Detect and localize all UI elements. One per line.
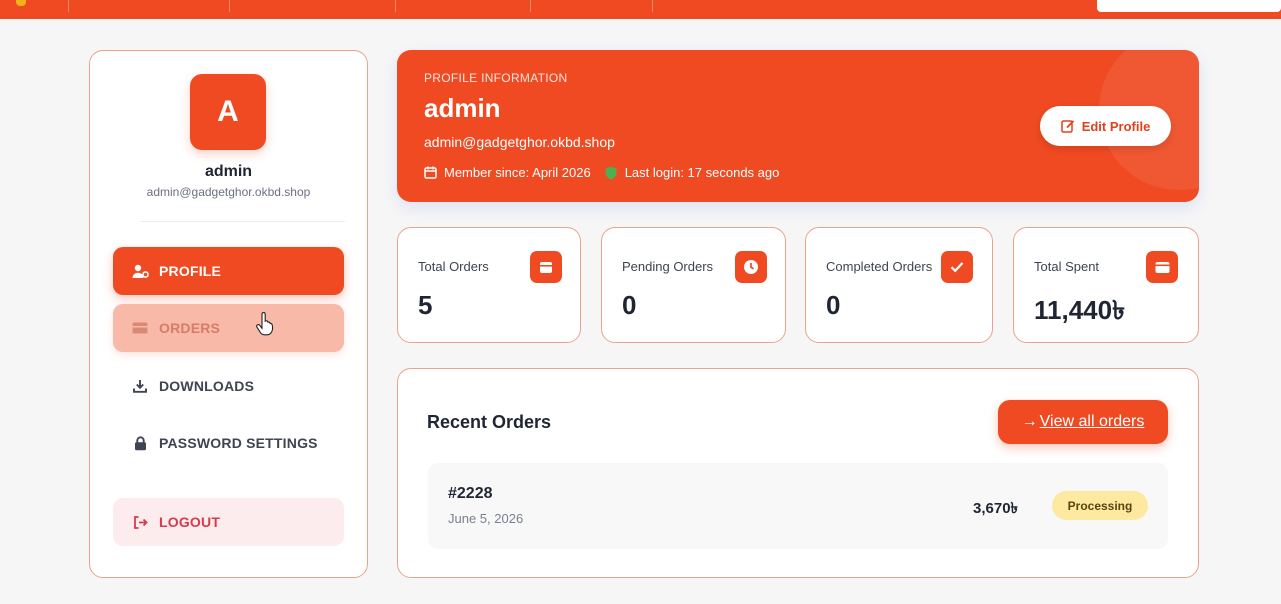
last-login: Last login: 17 seconds ago <box>624 165 780 180</box>
sidebar-item-password-settings[interactable]: PASSWORD SETTINGS <box>113 419 344 467</box>
stat-value: 0 <box>622 290 637 320</box>
stat-label: Pending Orders <box>622 259 714 274</box>
logo-mark <box>16 0 26 6</box>
recent-orders-title: Recent Orders <box>427 412 552 432</box>
stat-label: Total Spent <box>1034 259 1100 274</box>
stat-value: 5 <box>418 290 433 320</box>
account-sidebar: A admin admin@gadgetghor.okbd.shop PROFI… <box>89 50 368 578</box>
sidebar-item-label: PROFILE <box>159 263 222 279</box>
nav-separator <box>652 0 653 12</box>
nav-separator <box>395 0 396 12</box>
profile-meta: Member since: April 2026 Last login: 17 … <box>424 165 779 180</box>
profile-section-label: PROFILE INFORMATION <box>424 71 568 85</box>
view-all-orders-label: View all orders <box>1039 413 1145 430</box>
sidebar-item-label: DOWNLOADS <box>159 378 255 394</box>
nav-separator <box>530 0 531 12</box>
nav-separator <box>229 0 230 12</box>
download-icon <box>131 378 149 394</box>
sidebar-divider <box>140 221 345 222</box>
recent-orders-card: Recent Orders → View all orders #2228 Ju… <box>397 368 1199 578</box>
clock-icon <box>735 251 767 283</box>
box-icon <box>131 320 149 336</box>
sidebar-item-label: ORDERS <box>159 320 221 336</box>
logout-icon <box>131 514 149 530</box>
status-badge: Processing <box>1052 491 1148 520</box>
stat-value: 11,440৳ <box>1034 295 1126 325</box>
profile-name: admin <box>424 93 501 123</box>
lock-icon <box>131 435 149 451</box>
edit-icon <box>1060 119 1075 133</box>
view-all-orders-button[interactable]: → View all orders <box>998 400 1168 444</box>
user-gear-icon <box>131 263 149 279</box>
logout-label: LOGOUT <box>159 514 221 530</box>
stat-label: Completed Orders <box>826 259 933 274</box>
search-input[interactable] <box>1097 0 1281 12</box>
nav-separator <box>68 0 69 12</box>
sidebar-user-name: admin <box>204 163 253 180</box>
order-row[interactable]: #2228 June 5, 2026 3,670৳ Processing <box>428 463 1168 549</box>
logout-button[interactable]: LOGOUT <box>113 498 344 546</box>
hand-cursor-icon <box>256 312 274 336</box>
stat-value: 0 <box>826 290 841 320</box>
wallet-icon <box>1146 251 1178 283</box>
profile-banner: PROFILE INFORMATION admin admin@gadgetgh… <box>397 50 1199 202</box>
sidebar-item-label: PASSWORD SETTINGS <box>159 435 318 451</box>
stat-label: Total Orders <box>418 259 489 274</box>
member-since: Member since: April 2026 <box>444 165 591 180</box>
box-icon <box>530 251 562 283</box>
edit-profile-label: Edit Profile <box>1081 118 1151 134</box>
top-navbar <box>0 0 1281 19</box>
sidebar-item-profile[interactable]: PROFILE <box>113 247 344 295</box>
stat-card-completed-orders: Completed Orders 0 <box>805 227 993 343</box>
check-icon <box>941 251 973 283</box>
stat-card-total-spent: Total Spent 11,440৳ <box>1013 227 1199 343</box>
order-amount: 3,670৳ <box>973 500 1019 517</box>
sidebar-item-downloads[interactable]: DOWNLOADS <box>113 362 344 410</box>
arrow-right-icon: → <box>1021 413 1038 430</box>
avatar: A <box>190 74 266 150</box>
order-date: June 5, 2026 <box>448 511 524 526</box>
sidebar-user-email: admin@gadgetghor.okbd.shop <box>146 185 311 199</box>
stat-card-total-orders: Total Orders 5 <box>397 227 581 343</box>
shield-icon <box>605 166 619 180</box>
order-id: #2228 <box>448 485 493 502</box>
stat-card-pending-orders: Pending Orders 0 <box>601 227 786 343</box>
profile-email: admin@gadgetghor.okbd.shop <box>424 134 615 150</box>
calendar-icon <box>424 166 438 180</box>
edit-profile-button[interactable]: Edit Profile <box>1040 106 1171 146</box>
sidebar-item-orders[interactable]: ORDERS <box>113 304 344 352</box>
